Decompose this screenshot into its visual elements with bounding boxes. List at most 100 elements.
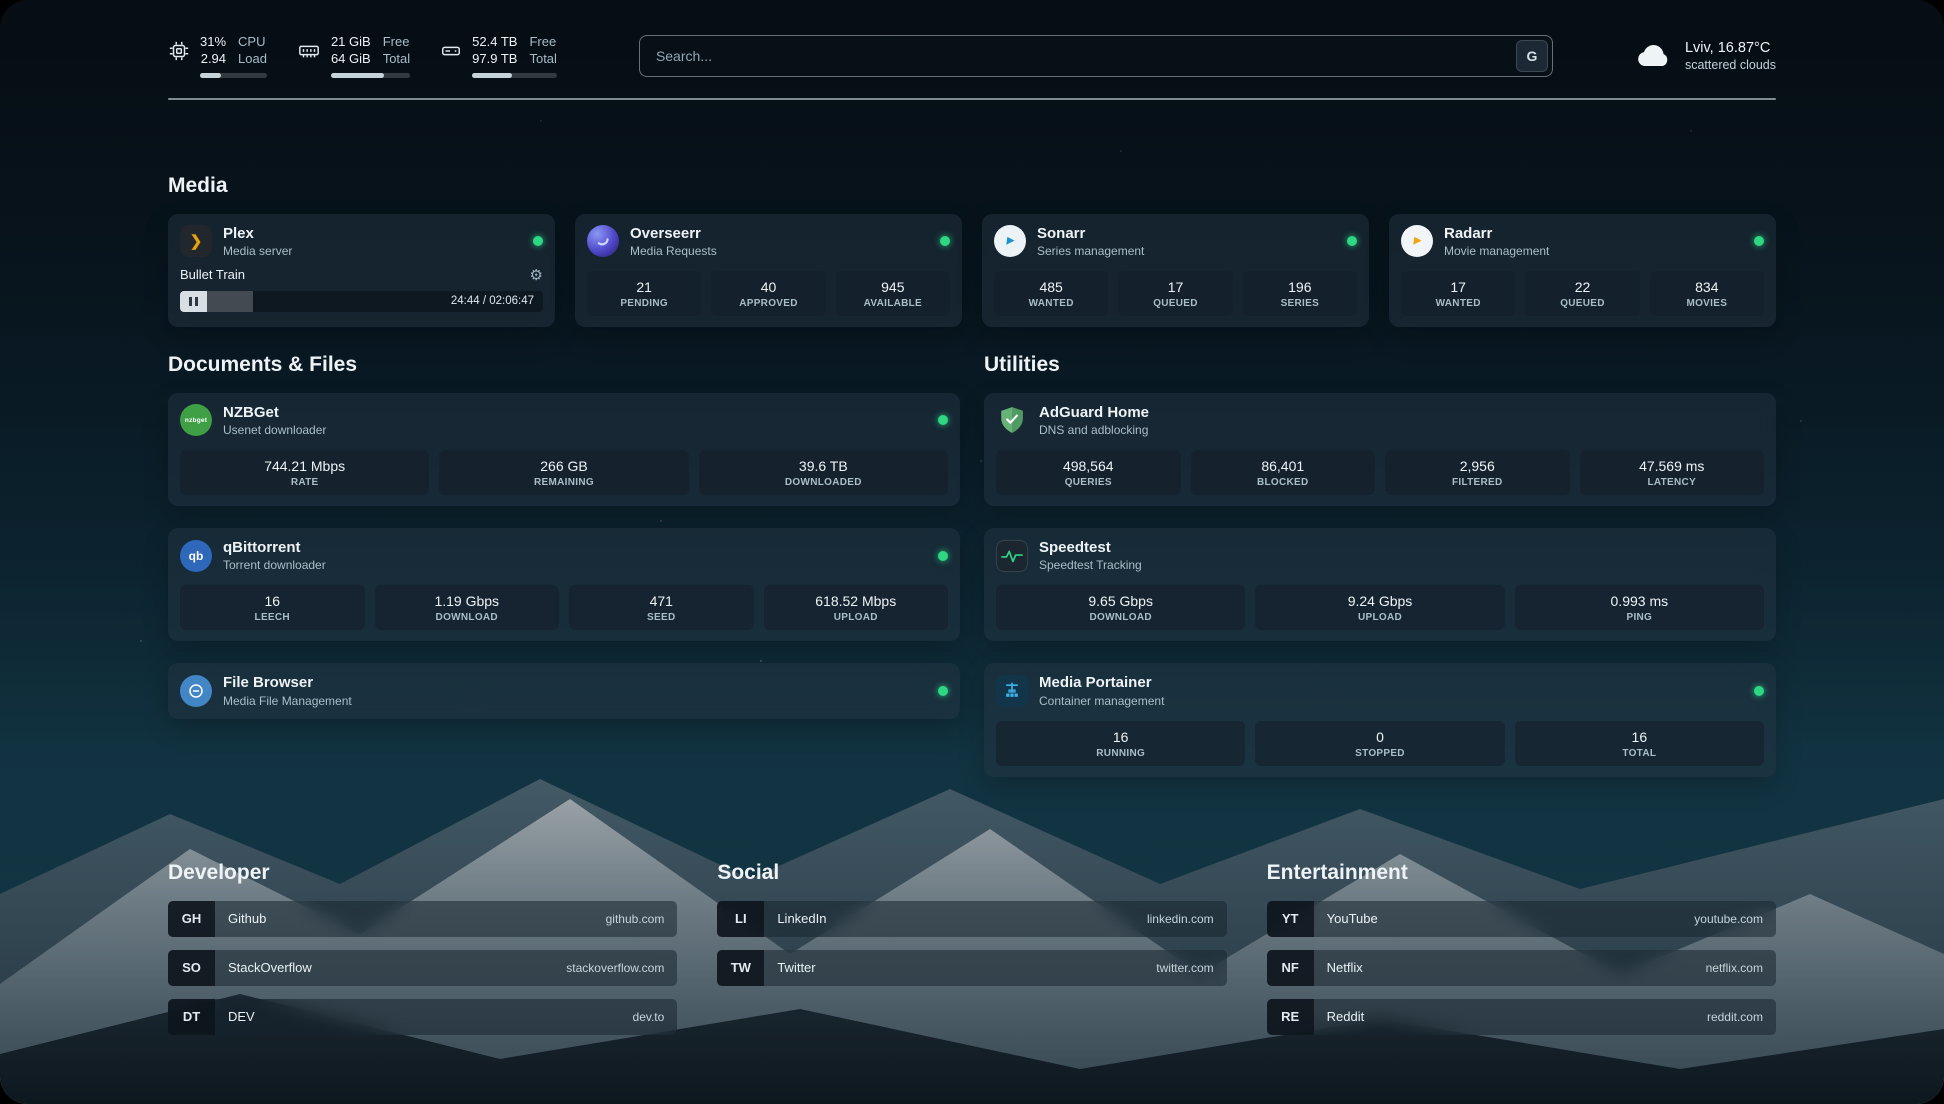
service-name: qBittorrent (223, 539, 326, 556)
stat-approved: 40 APPROVED (711, 271, 825, 316)
cpu-icon (168, 40, 190, 62)
stat-total: 16 TOTAL (1515, 721, 1764, 766)
stat-queries: 498,564 QUERIES (996, 450, 1181, 495)
memory-icon (297, 40, 321, 62)
stat-wanted: 17 WANTED (1401, 271, 1515, 316)
playback-time: 24:44 / 02:06:47 (451, 291, 534, 312)
section-title-utilities: Utilities (984, 353, 1776, 377)
service-card-filebrowser[interactable]: File Browser Media File Management (168, 663, 960, 718)
nzbget-icon: nzbget (180, 404, 212, 436)
section-title-developer: Developer (168, 861, 677, 885)
stat-wanted: 485 WANTED (994, 271, 1108, 316)
sonarr-icon (994, 225, 1026, 257)
search-provider-button[interactable]: G (1516, 40, 1548, 72)
bookmark-domain: twitter.com (1156, 961, 1213, 975)
dashboard: 31% CPU 2.94 Load (0, 0, 1944, 1104)
service-name: AdGuard Home (1039, 404, 1149, 421)
stat-ping: 0.993 ms PING (1515, 585, 1764, 630)
service-card-overseerr[interactable]: Overseerr Media Requests 21 PENDING 40 A… (575, 214, 962, 327)
stat-available: 945 AVAILABLE (836, 271, 950, 316)
disk-progress-bar (472, 73, 557, 78)
service-name: File Browser (223, 674, 352, 691)
stat-queued: 22 QUEUED (1525, 271, 1639, 316)
service-desc: Speedtest Tracking (1039, 558, 1142, 572)
bookmark-name: Twitter (777, 960, 815, 975)
cpu-label: CPU (238, 34, 267, 50)
bookmark-abbr: SO (168, 950, 215, 986)
service-card-qbittorrent[interactable]: qb qBittorrent Torrent downloader 16 LEE… (168, 528, 960, 641)
bookmark-abbr: LI (717, 901, 764, 937)
stat-series: 196 SERIES (1243, 271, 1357, 316)
bookmark-abbr: NF (1267, 950, 1314, 986)
bookmark-name: StackOverflow (228, 960, 312, 975)
service-name: Radarr (1444, 225, 1549, 242)
stat-queued: 17 QUEUED (1118, 271, 1232, 316)
disk-widget: 52.4 TB Free 97.9 TB Total (440, 34, 557, 78)
stat-latency: 47.569 ms LATENCY (1580, 450, 1765, 495)
bookmark-youtube[interactable]: YT YouTube youtube.com (1267, 901, 1776, 937)
service-card-speedtest[interactable]: Speedtest Speedtest Tracking 9.65 Gbps D… (984, 528, 1776, 641)
bookmark-domain: netflix.com (1706, 961, 1763, 975)
service-name: Speedtest (1039, 539, 1142, 556)
now-playing-title: Bullet Train (180, 267, 245, 282)
service-name: Overseerr (630, 225, 717, 242)
bookmark-stackoverflow[interactable]: SO StackOverflow stackoverflow.com (168, 950, 677, 986)
bookmark-name: DEV (228, 1009, 255, 1024)
status-dot (1754, 686, 1764, 696)
filebrowser-icon (180, 675, 212, 707)
service-desc: Series management (1037, 244, 1144, 258)
section-media: Media ❯ Plex Media server Bullet Train ⚙ (168, 174, 1776, 327)
service-name: Media Portainer (1039, 674, 1164, 691)
search-input[interactable] (639, 35, 1553, 77)
gear-icon[interactable]: ⚙ (530, 266, 543, 284)
status-dot (533, 236, 543, 246)
bookmark-linkedin[interactable]: LI LinkedIn linkedin.com (717, 901, 1226, 937)
bookmark-twitter[interactable]: TW Twitter twitter.com (717, 950, 1226, 986)
qbittorrent-icon: qb (180, 540, 212, 572)
stat-remaining: 266 GB REMAINING (439, 450, 688, 495)
bookmark-domain: dev.to (633, 1010, 665, 1024)
pause-icon[interactable] (180, 291, 207, 312)
stat-pending: 21 PENDING (587, 271, 701, 316)
section-documents-files: Documents & Files nzbget NZBGet Usenet d… (168, 353, 960, 799)
playback-progress-bar: 24:44 / 02:06:47 (180, 291, 543, 312)
stat-rate: 744.21 Mbps RATE (180, 450, 429, 495)
service-card-nzbget[interactable]: nzbget NZBGet Usenet downloader 744.21 M… (168, 393, 960, 506)
service-desc: Media Requests (630, 244, 717, 258)
service-card-sonarr[interactable]: Sonarr Series management 485 WANTED 17 Q… (982, 214, 1369, 327)
memory-total: 64 GiB (331, 51, 371, 67)
bookmark-github[interactable]: GH Github github.com (168, 901, 677, 937)
bookmark-domain: github.com (606, 912, 665, 926)
top-bar: 31% CPU 2.94 Load (168, 34, 1776, 78)
stat-download: 1.19 Gbps DOWNLOAD (375, 585, 560, 630)
bookmark-reddit[interactable]: RE Reddit reddit.com (1267, 999, 1776, 1035)
stat-filtered: 2,956 FILTERED (1385, 450, 1570, 495)
header-divider (168, 98, 1776, 100)
bookmark-abbr: RE (1267, 999, 1314, 1035)
bookmark-abbr: DT (168, 999, 215, 1035)
bookmark-domain: stackoverflow.com (566, 961, 664, 975)
service-desc: Movie management (1444, 244, 1549, 258)
bookmark-dev[interactable]: DT DEV dev.to (168, 999, 677, 1035)
system-widgets: 31% CPU 2.94 Load (168, 34, 557, 78)
bookmark-name: Reddit (1327, 1009, 1365, 1024)
service-card-radarr[interactable]: Radarr Movie management 17 WANTED 22 QUE… (1389, 214, 1776, 327)
memory-free-label: Free (383, 34, 410, 50)
cpu-load-label: Load (238, 51, 267, 67)
service-card-portainer[interactable]: Media Portainer Container management 16 … (984, 663, 1776, 776)
bookmark-netflix[interactable]: NF Netflix netflix.com (1267, 950, 1776, 986)
memory-widget: 21 GiB Free 64 GiB Total (297, 34, 410, 78)
speedtest-icon (996, 540, 1028, 572)
bookmark-group-entertainment: Entertainment YT YouTube youtube.com NF … (1267, 861, 1776, 1048)
stat-leech: 16 LEECH (180, 585, 365, 630)
stat-running: 16 RUNNING (996, 721, 1245, 766)
cloud-icon (1635, 41, 1673, 71)
service-card-adguard[interactable]: AdGuard Home DNS and adblocking 498,564 … (984, 393, 1776, 506)
bookmark-abbr: TW (717, 950, 764, 986)
section-utilities: Utilities AdGuard Home DNS and (984, 353, 1776, 799)
disk-free: 52.4 TB (472, 34, 517, 50)
service-desc: DNS and adblocking (1039, 423, 1149, 437)
adguard-icon (996, 404, 1028, 436)
service-card-plex[interactable]: ❯ Plex Media server Bullet Train ⚙ (168, 214, 555, 327)
bookmark-group-developer: Developer GH Github github.com SO StackO… (168, 861, 677, 1048)
